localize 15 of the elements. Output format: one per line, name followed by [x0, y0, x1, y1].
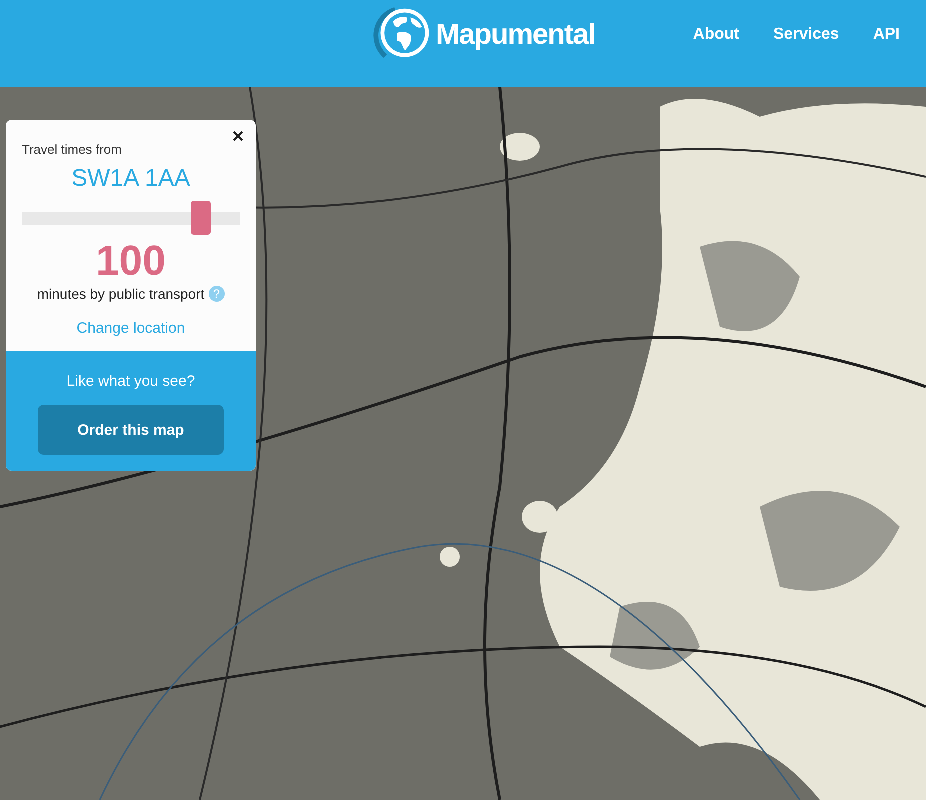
help-button[interactable]: ?	[208, 286, 225, 302]
travel-mode-text: minutes by public transport	[37, 286, 205, 302]
change-location-link[interactable]: Change location	[76, 320, 186, 337]
time-slider[interactable]	[22, 201, 240, 235]
minutes-value: 100	[96, 238, 166, 284]
nav-link[interactable]: About	[693, 26, 740, 44]
nav-link[interactable]: API	[873, 26, 900, 44]
order-map-button[interactable]: Order this map	[38, 405, 224, 455]
panel-heading: Travel times from	[22, 142, 122, 157]
brand-link[interactable]: Mapumental	[436, 18, 596, 52]
slider-handle[interactable]	[190, 201, 211, 235]
close-button[interactable]: ×	[228, 126, 248, 149]
location-code: SW1A 1AA	[72, 165, 190, 193]
promo-text: Like what you see?	[66, 373, 196, 390]
nav-link[interactable]: Services	[773, 26, 840, 44]
